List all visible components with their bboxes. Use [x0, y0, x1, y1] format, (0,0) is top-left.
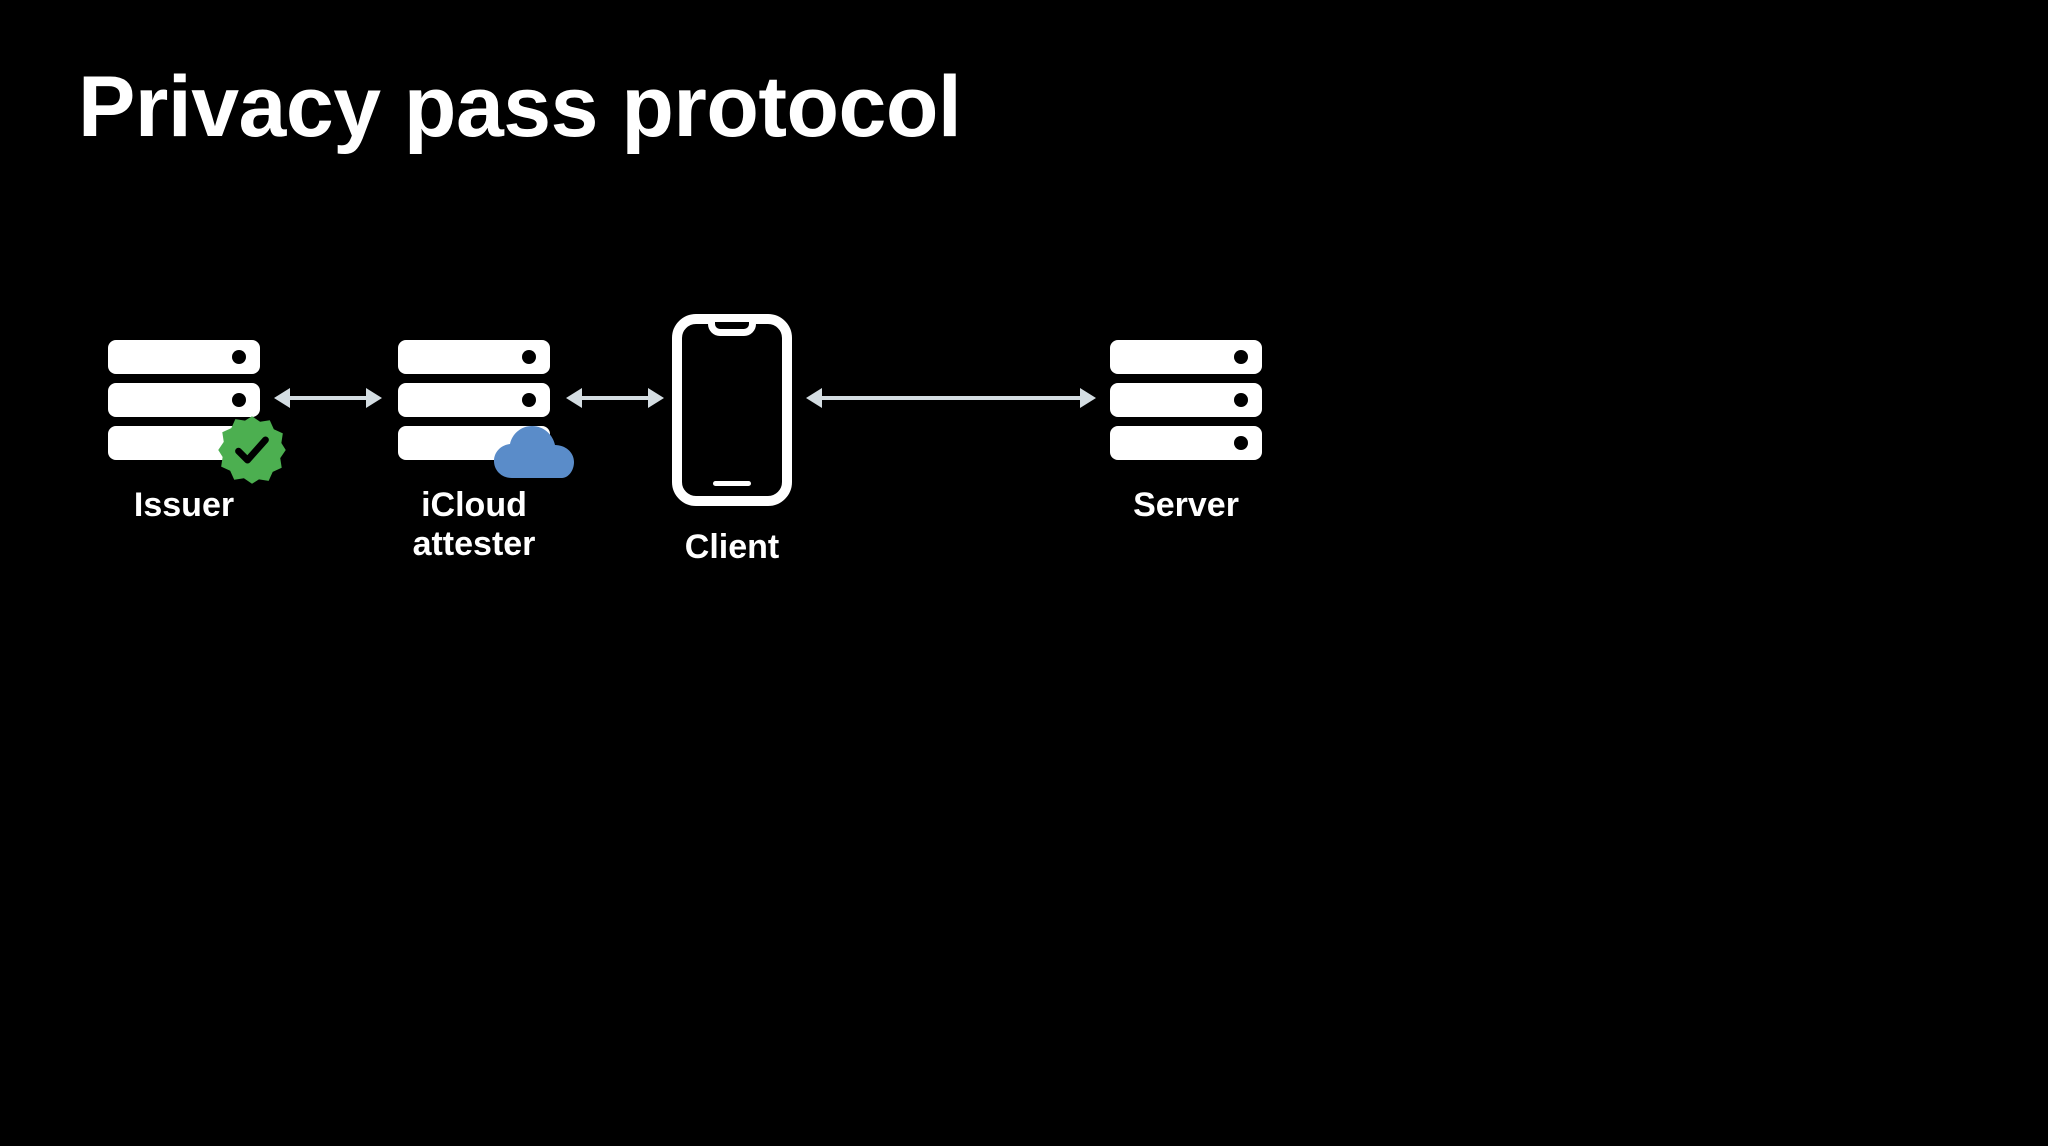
server-icon — [1110, 340, 1262, 460]
arrow-attester-client — [580, 396, 650, 400]
arrow-client-server — [820, 396, 1082, 400]
arrow-issuer-attester — [288, 396, 368, 400]
node-issuer: Issuer — [108, 340, 260, 525]
node-server: Server — [1110, 340, 1262, 525]
cloud-icon — [490, 422, 580, 482]
node-attester-label: iCloud attester — [368, 486, 580, 564]
node-client: Client — [672, 314, 792, 567]
node-client-label: Client — [672, 528, 792, 567]
protocol-diagram: Issuer iCloud attester Client — [0, 310, 2048, 810]
slide-title: Privacy pass protocol — [78, 58, 961, 157]
node-issuer-label: Issuer — [108, 486, 260, 525]
check-badge-icon — [216, 414, 288, 486]
server-with-cloud-icon — [398, 340, 550, 460]
server-with-check-badge-icon — [108, 340, 260, 460]
phone-icon — [672, 314, 792, 506]
node-server-label: Server — [1110, 486, 1262, 525]
slide: Privacy pass protocol Issuer iC — [0, 0, 2048, 1146]
node-attester: iCloud attester — [398, 340, 550, 564]
